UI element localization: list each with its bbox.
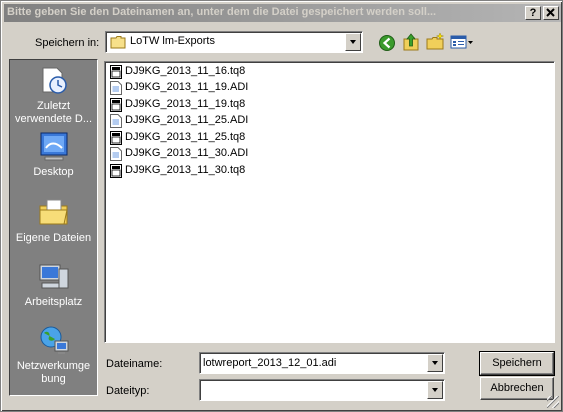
file-name: DJ9KG_2013_11_16.tq8 (125, 65, 246, 77)
help-button[interactable]: ? (525, 6, 541, 20)
back-button[interactable] (376, 32, 398, 54)
folder-icon (110, 36, 126, 49)
up-folder-button[interactable] (400, 31, 422, 53)
up-folder-icon (403, 33, 419, 51)
chevron-down-icon[interactable] (427, 381, 443, 399)
place-label-my-documents: Eigene Dateien (15, 232, 92, 244)
filename-label: Dateiname: (106, 358, 163, 370)
close-button[interactable] (543, 6, 559, 20)
file-name: DJ9KG_2013_11_19.ADI (125, 81, 249, 93)
resize-grip[interactable] (547, 396, 559, 408)
dialog-title: Bitte geben Sie den Dateinamen an, unter… (7, 6, 437, 18)
desktop-icon (37, 130, 71, 164)
tq8-file-icon (110, 98, 122, 112)
file-name: DJ9KG_2013_11_30.ADI (125, 147, 249, 159)
title-bar[interactable]: Bitte geben Sie den Dateinamen an, unter… (4, 4, 561, 22)
place-desktop[interactable]: Desktop (10, 130, 97, 179)
filename-combo[interactable] (199, 352, 445, 374)
filetype-dropdown[interactable] (199, 379, 445, 401)
adi-file-icon (110, 147, 122, 161)
filetype-label: Dateityp: (106, 385, 150, 397)
view-menu-button[interactable] (449, 31, 475, 53)
back-icon (379, 35, 395, 51)
tq8-file-icon (110, 65, 122, 79)
save-in-dropdown[interactable]: LoTW lm-Exports (105, 31, 363, 53)
place-label-my-computer: Arbeitsplatz (24, 296, 83, 308)
place-network[interactable]: Netzwerkumge bung (10, 324, 97, 386)
my-documents-icon (37, 196, 71, 230)
save-in-value: LoTW lm-Exports (130, 35, 215, 47)
save-button[interactable]: Speichern (479, 351, 555, 376)
file-name: DJ9KG_2013_11_19.tq8 (125, 98, 246, 110)
place-label-desktop: Desktop (33, 166, 74, 178)
place-my-documents[interactable]: Eigene Dateien (10, 196, 97, 245)
new-folder-button[interactable] (424, 31, 446, 53)
close-icon (546, 8, 555, 17)
adi-file-icon (110, 81, 122, 95)
chevron-down-icon[interactable] (427, 354, 443, 372)
file-name: DJ9KG_2013_11_25.tq8 (125, 131, 246, 143)
places-bar: Zuletzt verwendete D... Desktop Eigene D… (9, 59, 98, 396)
file-name: DJ9KG_2013_11_25.ADI (125, 114, 249, 126)
my-computer-icon (37, 260, 71, 294)
tq8-file-icon (110, 164, 122, 178)
place-recent[interactable]: Zuletzt verwendete D... (10, 64, 97, 126)
file-list[interactable]: DJ9KG_2013_11_16.tq8 DJ9KG_2013_11_19.AD… (104, 61, 555, 343)
adi-file-icon (110, 114, 122, 128)
recent-documents-icon (37, 64, 71, 98)
view-menu-icon (450, 35, 473, 49)
cancel-button[interactable]: Abbrechen (480, 377, 554, 400)
save-file-dialog: Bitte geben Sie den Dateinamen an, unter… (0, 0, 563, 412)
place-label-recent: Zuletzt verwendete D... (14, 100, 93, 125)
filename-input[interactable] (203, 355, 423, 371)
new-folder-icon (426, 32, 445, 50)
place-my-computer[interactable]: Arbeitsplatz (10, 260, 97, 309)
chevron-down-icon[interactable] (345, 33, 361, 51)
file-name: DJ9KG_2013_11_30.tq8 (125, 164, 246, 176)
network-places-icon (37, 324, 71, 358)
tq8-file-icon (110, 131, 122, 145)
save-in-label: Speichern in: (35, 37, 100, 49)
place-label-network: Netzwerkumge bung (16, 360, 91, 385)
